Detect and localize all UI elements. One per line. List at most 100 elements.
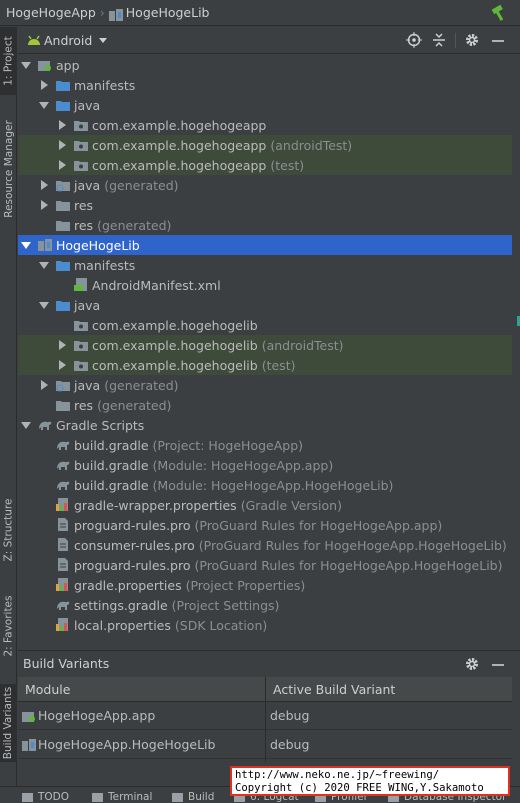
tree-node-text: AndroidManifest.xml	[92, 277, 221, 293]
tree-node[interactable]: gradle-wrapper.properties (Gradle Version…	[18, 495, 512, 515]
tree-node-text: build.gradle	[74, 477, 149, 493]
left-tool-strip: 1: Project Resource Manager Z: Structure…	[0, 27, 17, 802]
tree-node-label: proguard-rules.pro (ProGuard Rules for Ho…	[74, 558, 503, 573]
tree-node-text: java	[74, 377, 101, 393]
tree-node-label: res (generated)	[74, 218, 171, 233]
tree-node-hint: (Project: HogeHogeApp)	[152, 437, 304, 453]
collapse-arrow-icon[interactable]	[41, 200, 48, 210]
tree-node-text: Gradle Scripts	[56, 417, 145, 433]
tab-resource-manager[interactable]: Resource Manager	[0, 119, 17, 219]
tree-node[interactable]: res (generated)	[18, 215, 512, 235]
expand-arrow-icon[interactable]	[21, 62, 31, 69]
tab-build[interactable]: Build	[172, 791, 214, 803]
column-divider	[265, 677, 266, 762]
copyright-watermark: http://www.neko.ne.jp/~freewing/ Copyrig…	[230, 766, 510, 796]
terminal-icon	[92, 792, 103, 802]
tree-node[interactable]: gradle.properties (Project Properties)	[18, 575, 512, 595]
tree-node[interactable]: proguard-rules.pro (ProGuard Rules for Ho…	[18, 515, 512, 535]
collapse-arrow-icon[interactable]	[59, 160, 66, 170]
breadcrumb-app[interactable]: HogeHogeApp	[6, 5, 96, 20]
tree-node[interactable]: HogeHogeLib	[18, 235, 512, 255]
tree-node-label: app	[56, 58, 80, 73]
make-project-hammer-icon[interactable]	[490, 4, 508, 22]
tree-node[interactable]: com.example.hogehogelib (androidTest)	[18, 335, 512, 355]
collapse-arrow-icon[interactable]	[59, 360, 66, 370]
gradle-icon	[55, 438, 71, 452]
tree-node[interactable]: com.example.hogehogelib	[18, 315, 512, 335]
collapse-all-icon[interactable]	[431, 32, 447, 48]
build-variants-table: Module Active Build Variant HogeHogeApp.…	[18, 677, 512, 762]
breadcrumb-module[interactable]: HogeHogeLib	[126, 5, 210, 20]
tree-node[interactable]: java (generated)	[18, 175, 512, 195]
collapse-arrow-icon[interactable]	[41, 180, 48, 190]
tree-node-label: java	[74, 298, 100, 313]
tree-node[interactable]: java (generated)	[18, 375, 512, 395]
properties-icon	[55, 498, 71, 512]
scrollbar[interactable]	[512, 55, 520, 649]
tree-node[interactable]: com.example.hogehogeapp	[18, 115, 512, 135]
tab-structure[interactable]: Z: Structure	[0, 495, 17, 565]
module-name: HogeHogeApp.app	[38, 708, 156, 723]
tab-favorites[interactable]: 2: Favorites	[0, 593, 17, 659]
chevron-down-icon[interactable]	[99, 37, 108, 43]
tree-node[interactable]: java	[18, 95, 512, 115]
expand-arrow-icon[interactable]	[39, 102, 49, 109]
gear-icon[interactable]	[464, 656, 480, 672]
tab-project[interactable]: 1: Project	[0, 27, 17, 95]
tree-node-label: gradle-wrapper.properties (Gradle Version…	[74, 498, 342, 513]
collapse-arrow-icon[interactable]	[59, 340, 66, 350]
tree-node-text: res	[74, 397, 94, 413]
column-header-module[interactable]: Module	[18, 677, 265, 702]
tree-node[interactable]: com.example.hogehogeapp (androidTest)	[18, 135, 512, 155]
tree-node-label: com.example.hogehogelib	[92, 318, 258, 333]
tree-node-text: app	[56, 57, 80, 73]
expand-arrow-icon[interactable]	[39, 302, 49, 309]
tree-node[interactable]: Gradle Scripts	[18, 415, 512, 435]
tab-todo[interactable]: TODO	[22, 791, 69, 803]
tree-node[interactable]: consumer-rules.pro (ProGuard Rules for Ho…	[18, 535, 512, 555]
tree-node[interactable]: settings.gradle (Project Settings)	[18, 595, 512, 615]
minimize-icon[interactable]	[490, 656, 506, 672]
tree-node-hint: (Project Settings)	[171, 597, 280, 613]
module-lib-icon	[22, 739, 36, 754]
variant-select[interactable]: debug	[266, 702, 512, 730]
collapse-arrow-icon[interactable]	[59, 140, 66, 150]
collapse-arrow-icon[interactable]	[41, 80, 48, 90]
tree-node[interactable]: res (generated)	[18, 395, 512, 415]
tree-node[interactable]: build.gradle (Module: HogeHogeApp.HogeHog…	[18, 475, 512, 495]
tree-node-hint: (Gradle Version)	[240, 497, 342, 513]
table-row-module[interactable]: HogeHogeApp.app	[18, 702, 265, 730]
tree-node[interactable]: manifests	[18, 75, 512, 95]
tree-node-text: java	[74, 97, 101, 113]
tree-node[interactable]: com.example.hogehogelib (test)	[18, 355, 512, 375]
expand-arrow-icon[interactable]	[21, 422, 31, 429]
locate-icon[interactable]	[406, 32, 422, 48]
minimize-icon[interactable]	[490, 32, 506, 48]
gear-icon[interactable]	[464, 32, 480, 48]
tree-node[interactable]: com.example.hogehogeapp (test)	[18, 155, 512, 175]
tree-node[interactable]: app	[18, 55, 512, 75]
expand-arrow-icon[interactable]	[21, 242, 31, 249]
android-icon	[26, 33, 42, 49]
expand-arrow-icon[interactable]	[39, 262, 49, 269]
tab-build-variants[interactable]: Build Variants	[0, 684, 17, 762]
tree-node[interactable]: AndroidManifest.xml	[18, 275, 512, 295]
gradle-icon	[37, 418, 53, 432]
tree-node-text: com.example.hogehogeapp	[92, 117, 267, 133]
folder-icon	[55, 398, 71, 412]
tree-node[interactable]: local.properties (SDK Location)	[18, 615, 512, 635]
tree-node[interactable]: java	[18, 295, 512, 315]
column-header-variant[interactable]: Active Build Variant	[266, 677, 512, 702]
collapse-arrow-icon[interactable]	[59, 120, 66, 130]
collapse-arrow-icon[interactable]	[41, 380, 48, 390]
tab-terminal[interactable]: Terminal	[92, 791, 152, 803]
folder-blue-icon	[55, 98, 71, 112]
tree-node[interactable]: proguard-rules.pro (ProGuard Rules for Ho…	[18, 555, 512, 575]
variant-select[interactable]: debug	[266, 731, 512, 759]
tree-node[interactable]: build.gradle (Project: HogeHogeApp)	[18, 435, 512, 455]
tree-node[interactable]: res	[18, 195, 512, 215]
table-row-module[interactable]: HogeHogeApp.HogeHogeLib	[18, 731, 265, 759]
tree-node[interactable]: manifests	[18, 255, 512, 275]
tree-node[interactable]: build.gradle (Module: HogeHogeApp.app)	[18, 455, 512, 475]
project-view-dropdown[interactable]: Android	[44, 33, 92, 48]
